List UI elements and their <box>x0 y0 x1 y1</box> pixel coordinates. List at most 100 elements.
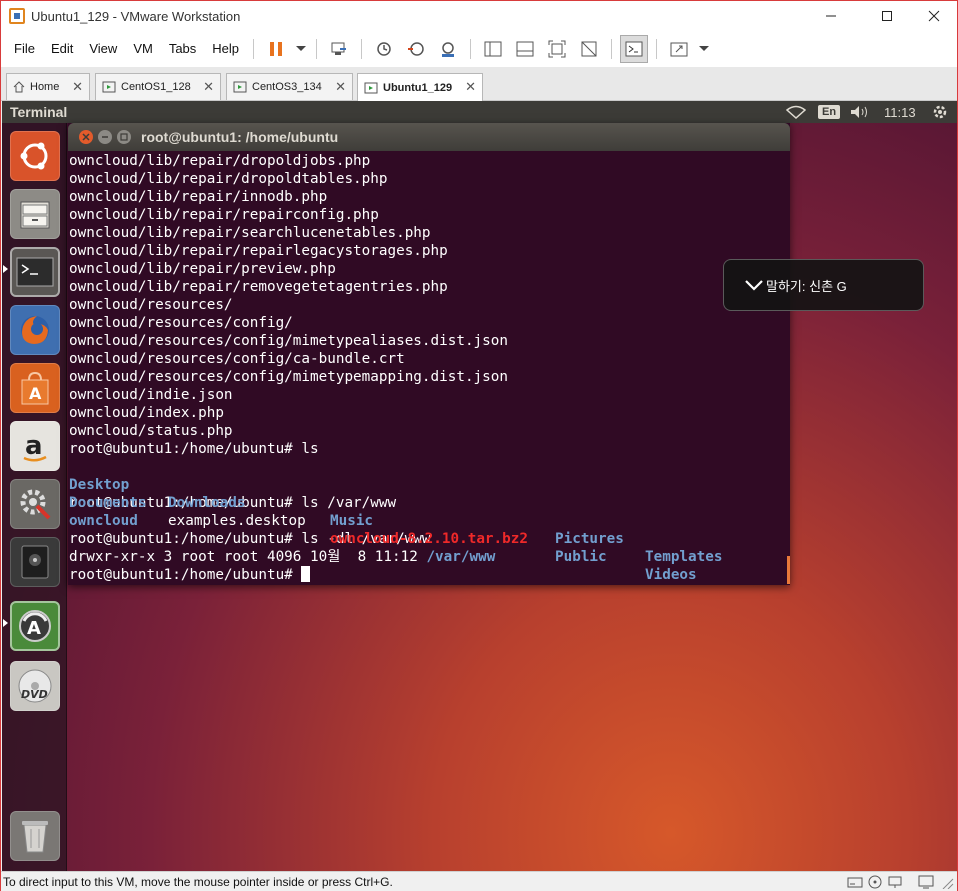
keyboard-indicator[interactable]: En <box>818 101 841 123</box>
tab-close-icon[interactable]: ✕ <box>203 79 214 95</box>
display-icon[interactable] <box>918 875 934 889</box>
terminal-title: root@ubuntu1: /home/ubuntu <box>141 129 339 145</box>
terminal-line: owncloud/status.php <box>69 423 233 439</box>
menu-vm[interactable]: VM <box>125 31 161 67</box>
thumbnail-panel-icon <box>516 41 534 57</box>
terminal-icon[interactable] <box>10 247 60 297</box>
menu-view[interactable]: View <box>81 31 125 67</box>
maximize-button[interactable] <box>864 1 910 31</box>
files-icon[interactable] <box>10 189 60 239</box>
menu-file[interactable]: File <box>6 31 43 67</box>
keyboard-send-icon <box>331 42 347 55</box>
toolbar-separator <box>470 39 472 59</box>
maximize-icon <box>882 11 892 21</box>
software-updater-icon[interactable]: A <box>10 601 60 651</box>
tab-close-icon[interactable]: ✕ <box>465 79 476 95</box>
snapshot-button[interactable] <box>370 35 398 63</box>
session-indicator[interactable] <box>931 101 949 123</box>
stretch-guest-button[interactable] <box>665 35 693 63</box>
full-screen-icon <box>548 40 566 58</box>
revert-snapshot-button[interactable] <box>402 35 430 63</box>
dash-home-icon[interactable] <box>10 131 60 181</box>
amazon-icon[interactable]: a <box>10 421 60 471</box>
resize-grip-icon[interactable] <box>939 875 955 889</box>
network-adapter-icon[interactable] <box>887 875 903 889</box>
home-icon <box>13 81 25 93</box>
close-button[interactable] <box>911 1 957 31</box>
firefox-icon[interactable] <box>10 305 60 355</box>
tab-close-icon[interactable]: ✕ <box>72 79 83 95</box>
minimize-icon <box>102 136 108 138</box>
ls-entry: Music <box>330 513 374 529</box>
status-message: To direct input to this VM, move the mou… <box>3 874 393 889</box>
svg-text:DVD: DVD <box>21 688 48 701</box>
dvd-icon[interactable]: DVD <box>10 661 60 711</box>
menu-help[interactable]: Help <box>204 31 247 67</box>
menu-edit[interactable]: Edit <box>43 31 81 67</box>
revert-icon <box>408 42 424 56</box>
ls-entry: examples.desktop <box>168 513 306 529</box>
ls-entry: Videos <box>645 567 697 583</box>
unity-mode-button[interactable] <box>575 35 603 63</box>
snapshot-manager-button[interactable] <box>434 35 462 63</box>
window-title: Ubuntu1_129 - VMware Workstation <box>31 8 241 24</box>
terminal-output[interactable]: owncloud/lib/repair/dropoldjobs.php ownc… <box>69 152 787 584</box>
tab-ubuntu1[interactable]: Ubuntu1_129 ✕ <box>357 73 483 101</box>
wifi-icon <box>786 105 806 119</box>
ls-entry: Templates <box>645 549 723 565</box>
tab-centos3[interactable]: CentOS3_134 ✕ <box>226 73 353 100</box>
suspend-button[interactable] <box>262 35 290 63</box>
menu-bar: File Edit View VM Tabs Help <box>1 31 957 67</box>
tab-label: Ubuntu1_129 <box>383 81 453 94</box>
terminal-close-button[interactable] <box>79 130 93 144</box>
ls-entry: Public <box>555 549 607 565</box>
power-dropdown-button[interactable] <box>294 35 308 63</box>
tab-close-icon[interactable]: ✕ <box>335 79 346 95</box>
vm-display[interactable]: Terminal En 11:13 A a A DVD root@ubuntu1… <box>2 101 957 871</box>
terminal-minimize-button[interactable] <box>98 130 112 144</box>
tab-centos1[interactable]: CentOS1_128 ✕ <box>95 73 221 100</box>
send-ctrl-alt-del-button[interactable] <box>325 35 353 63</box>
terminal-scrollbar[interactable] <box>787 556 790 584</box>
system-settings-icon[interactable] <box>10 479 60 529</box>
toolbar-separator <box>611 39 613 59</box>
terminal-title-bar: root@ubuntu1: /home/ubuntu <box>68 123 790 151</box>
software-center-icon[interactable]: A <box>10 363 60 413</box>
cd-dvd-icon[interactable] <box>867 875 883 889</box>
running-indicator <box>3 619 8 627</box>
sound-indicator[interactable] <box>850 101 870 123</box>
ls-entry: Downloads <box>168 495 246 511</box>
thumbnail-bar-button[interactable] <box>511 35 539 63</box>
vm-icon <box>364 82 378 93</box>
tab-label: CentOS3_134 <box>252 81 322 93</box>
network-indicator[interactable] <box>786 101 806 123</box>
snapshot-manager-icon <box>442 42 455 57</box>
minimize-button[interactable] <box>808 1 854 31</box>
ls-entry: Documents <box>69 495 147 511</box>
terminal-line: owncloud/lib/repair/dropoldtables.php <box>69 171 388 187</box>
terminal-line: owncloud/resources/config/mimetypealiase… <box>69 333 508 349</box>
terminal-window[interactable]: root@ubuntu1: /home/ubuntu owncloud/lib/… <box>68 123 790 585</box>
hard-disk-icon[interactable] <box>847 875 863 889</box>
show-library-button[interactable] <box>479 35 507 63</box>
menu-tabs[interactable]: Tabs <box>161 31 204 67</box>
tab-label: CentOS1_128 <box>121 81 191 93</box>
tab-home[interactable]: Home ✕ <box>6 73 90 100</box>
terminal-maximize-button[interactable] <box>117 130 131 144</box>
running-indicator <box>3 265 8 273</box>
volume-icon <box>851 106 867 118</box>
full-screen-button[interactable] <box>543 35 571 63</box>
disks-icon[interactable] <box>10 537 60 587</box>
terminal-line: owncloud/resources/config/ca-bundle.crt <box>69 351 405 367</box>
vmware-window: Ubuntu1_129 - VMware Workstation File Ed… <box>0 0 958 891</box>
tab-label: Home <box>30 81 60 93</box>
clock-indicator[interactable]: 11:13 <box>884 101 916 123</box>
toolbar-separator <box>253 39 255 59</box>
console-view-button[interactable] <box>620 35 649 63</box>
keyboard-layout-badge: En <box>818 105 841 119</box>
vm-icon <box>102 81 116 93</box>
stretch-dropdown-button[interactable] <box>697 35 711 63</box>
chevron-down-icon <box>745 280 763 291</box>
trash-icon[interactable] <box>10 811 60 861</box>
terminal-line: root@ubuntu1:/home/ubuntu# ls <box>69 441 319 457</box>
